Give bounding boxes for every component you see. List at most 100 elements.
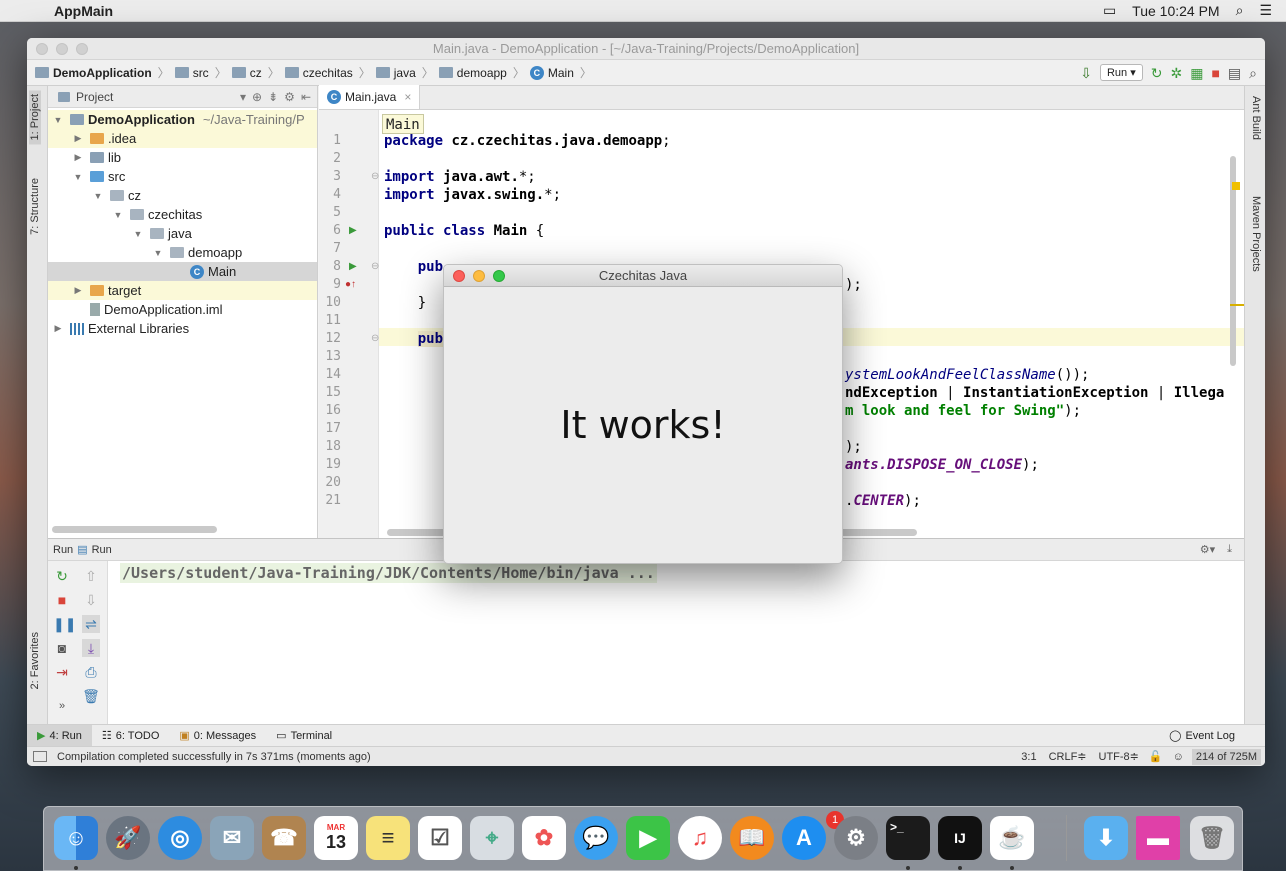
expanded-arrow-icon[interactable]: ▼ — [72, 172, 84, 182]
scroll-to-end-icon[interactable]: ⤓ — [82, 639, 100, 657]
settings-gear-icon[interactable]: ⚙▾ — [1200, 543, 1215, 556]
project-tool-tab[interactable]: 1: Project — [29, 90, 41, 145]
breadcrumb-main[interactable]: C Main — [529, 65, 574, 80]
notification-center-icon[interactable]: ☰ — [1259, 2, 1272, 19]
expanded-arrow-icon[interactable]: ▼ — [152, 248, 164, 258]
minimize-button[interactable] — [56, 42, 68, 55]
close-tab-icon[interactable]: × — [404, 90, 411, 104]
run-configuration-select[interactable]: Run ▾ — [1099, 64, 1143, 81]
mail-icon[interactable]: ✉ — [210, 816, 254, 860]
run-gutter-icon[interactable]: ▶ — [349, 258, 357, 276]
tree-item[interactable]: ▶ .idea — [48, 129, 317, 148]
project-structure-icon[interactable]: ▤ — [1228, 66, 1241, 80]
maps-icon[interactable]: ⌖ — [470, 816, 514, 860]
tab-terminal[interactable]: ▭ Terminal — [266, 725, 342, 747]
structure-tool-tab[interactable]: 7: Structure — [29, 178, 41, 235]
trash-icon[interactable]: 🗑 — [1190, 816, 1234, 860]
project-horizontal-scrollbar[interactable] — [52, 526, 217, 533]
safari-icon[interactable]: ◎ — [158, 816, 202, 860]
reminders-icon[interactable]: ☑ — [418, 816, 462, 860]
itunes-icon[interactable]: ♫ — [678, 816, 722, 860]
spotlight-icon[interactable]: ⌕ — [1236, 2, 1244, 19]
status-message[interactable]: Compilation completed successfully in 7s… — [57, 751, 371, 763]
expanded-arrow-icon[interactable]: ▼ — [132, 229, 144, 239]
up-arrow-icon[interactable]: ⇧ — [82, 567, 100, 585]
tree-item[interactable]: DemoApplication.iml — [48, 300, 317, 319]
breadcrumb-project[interactable]: DemoApplication — [35, 66, 152, 80]
menubar-clock[interactable]: Tue 10:24 PM — [1132, 3, 1219, 19]
downloads-folder-icon[interactable]: ⬇ — [1084, 816, 1128, 860]
exit-icon[interactable]: ⇥ — [53, 663, 71, 681]
breadcrumb-demoapp[interactable]: demoapp — [438, 66, 507, 80]
tree-item[interactable]: ▼ java — [48, 224, 317, 243]
dump-threads-icon[interactable]: ◙ — [53, 639, 71, 657]
tab-todo[interactable]: ☷ 6: TODO — [92, 725, 169, 747]
breadcrumb-cz[interactable]: cz — [231, 66, 262, 80]
collapse-all-icon[interactable]: ⇟ — [268, 90, 278, 104]
debug-icon[interactable]: ✲ — [1170, 66, 1182, 80]
launchpad-icon[interactable]: 🚀 — [106, 816, 150, 860]
java-icon[interactable]: ☕ — [990, 816, 1034, 860]
expanded-arrow-icon[interactable]: ▼ — [112, 210, 124, 220]
run-gutter-icon[interactable]: ▶ — [349, 222, 357, 240]
run-tab[interactable]: Run — [92, 544, 112, 556]
tree-item[interactable]: C Main — [48, 262, 317, 281]
inspection-status-icon[interactable] — [1232, 182, 1240, 190]
app-store-icon[interactable]: A — [782, 816, 826, 860]
contacts-icon[interactable]: ☎ — [262, 816, 306, 860]
soft-wrap-icon[interactable]: ⇌ — [82, 615, 100, 633]
project-view-selector[interactable]: Project — [76, 90, 113, 104]
screenshot-stack-icon[interactable]: ▬ — [1136, 816, 1180, 860]
breadcrumb-src[interactable]: src — [174, 66, 209, 80]
error-stripe-mark[interactable] — [1230, 304, 1244, 306]
line-separator[interactable]: CRLF≑ — [1049, 750, 1087, 763]
collapsed-arrow-icon[interactable]: ▶ — [52, 323, 64, 334]
settings-gear-icon[interactable]: ⚙ — [284, 90, 295, 104]
tree-item[interactable]: ▼ czechitas — [48, 205, 317, 224]
photos-icon[interactable]: ✿ — [522, 816, 566, 860]
expanded-arrow-icon[interactable]: ▼ — [92, 191, 104, 201]
tree-item[interactable]: ▼ src — [48, 167, 317, 186]
collapsed-arrow-icon[interactable]: ▶ — [72, 133, 84, 144]
down-arrow-icon[interactable]: ⇩ — [82, 591, 100, 609]
tree-item[interactable]: ▶ target — [48, 281, 317, 300]
pause-icon[interactable]: ❚❚ — [53, 615, 76, 633]
tab-event-log[interactable]: ◯ Event Log — [1159, 725, 1265, 747]
breadcrumb-java[interactable]: java — [375, 66, 416, 80]
coverage-icon[interactable]: ▦ — [1190, 66, 1203, 80]
inspector-icon[interactable]: ☺ — [1173, 751, 1184, 763]
notes-icon[interactable]: ≡ — [366, 816, 410, 860]
messages-icon[interactable]: 💬 — [574, 816, 618, 860]
tree-item[interactable]: ▶ lib — [48, 148, 317, 167]
print-icon[interactable]: ⎙ — [82, 663, 100, 681]
intellij-icon[interactable]: IJ — [938, 816, 982, 860]
toggle-tool-windows-icon[interactable] — [33, 751, 47, 762]
hide-panel-icon[interactable]: ⤓ — [1219, 543, 1244, 556]
scroll-from-source-icon[interactable]: ⊕ — [252, 90, 262, 104]
lock-icon[interactable]: 🔓 — [1149, 750, 1163, 763]
finder-icon[interactable]: ☺ — [54, 816, 98, 860]
calendar-icon[interactable]: MAR 13 — [314, 816, 358, 860]
tab-run[interactable]: ▶ 4: Run — [27, 724, 92, 747]
rerun-icon[interactable]: ↻ — [53, 567, 71, 585]
editor-tab-main[interactable]: C Main.java × — [319, 85, 421, 109]
facetime-icon[interactable]: ▶ — [626, 816, 670, 860]
dropdown-icon[interactable]: ▾ — [240, 90, 246, 104]
tree-item[interactable]: ▼ DemoApplication ~/Java-Training/P — [48, 110, 317, 129]
memory-indicator[interactable]: 214 of 725M — [1191, 748, 1261, 765]
active-app-name[interactable]: AppMain — [54, 3, 113, 19]
stop-icon[interactable]: ■ — [53, 591, 71, 609]
collapsed-arrow-icon[interactable]: ▶ — [72, 152, 84, 163]
clear-all-icon[interactable]: 🗑 — [82, 687, 100, 705]
build-icon[interactable]: ⇩ — [1080, 66, 1092, 80]
terminal-icon[interactable]: >_ — [886, 816, 930, 860]
close-button[interactable] — [36, 42, 48, 55]
search-icon[interactable]: ⌕ — [1249, 66, 1257, 80]
stop-icon[interactable]: ■ — [1211, 66, 1219, 80]
hide-panel-icon[interactable]: ⇤ — [301, 90, 317, 104]
ant-build-tool-tab[interactable]: Ant Build — [1250, 96, 1262, 140]
file-encoding[interactable]: UTF-8≑ — [1099, 750, 1139, 763]
system-preferences-icon[interactable]: ⚙ — [834, 816, 878, 860]
tree-item[interactable]: ▶ External Libraries — [48, 319, 317, 338]
expanded-arrow-icon[interactable]: ▼ — [52, 115, 64, 125]
